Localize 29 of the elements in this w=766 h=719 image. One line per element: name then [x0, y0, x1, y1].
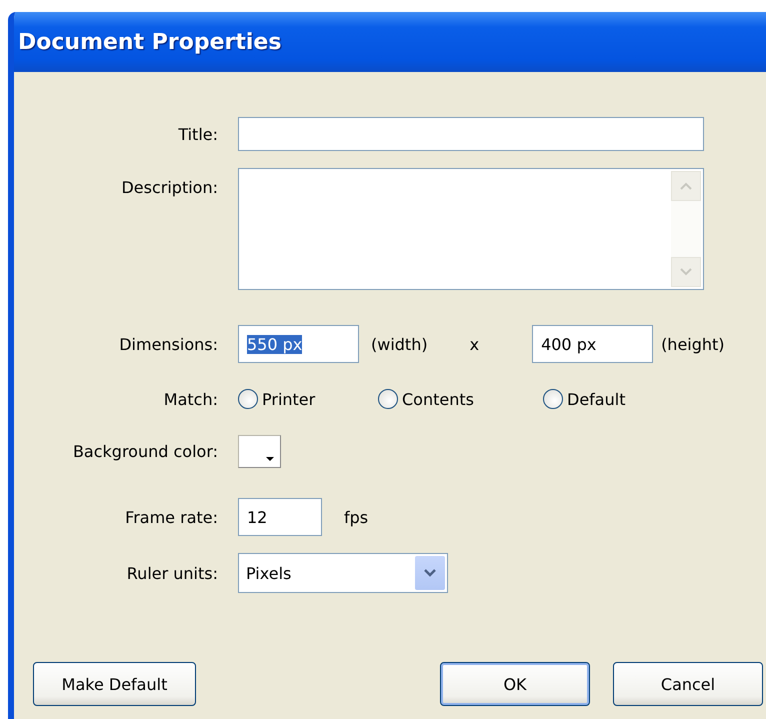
make-default-button[interactable]: Make Default: [33, 662, 196, 706]
color-swatch-button[interactable]: [238, 435, 281, 468]
radio-option[interactable]: Printer: [238, 389, 378, 409]
field-label: Dimensions:: [119, 334, 218, 354]
unit-label: (height): [661, 334, 725, 354]
field-label: Frame rate:: [125, 508, 218, 526]
radio-option[interactable]: Contents: [378, 389, 543, 409]
field-label: Title:: [178, 124, 218, 144]
height-input-field[interactable]: 400 px: [532, 325, 654, 363]
caret-icon[interactable]: [266, 457, 274, 461]
cancel-button[interactable]: Cancel: [613, 662, 763, 706]
width-input-field[interactable]: 550 px: [238, 325, 359, 363]
radio-circle-icon[interactable]: [238, 389, 258, 409]
field-label: Ruler units:: [126, 564, 218, 582]
unit-label: fps: [344, 508, 368, 526]
field-label: Description:: [121, 178, 218, 197]
ruler-units-dropdown[interactable]: Pixels: [238, 553, 448, 593]
window-title: Document Properties: [18, 30, 282, 54]
radio-option[interactable]: Default: [543, 389, 683, 409]
field-label: Background color:: [72, 442, 218, 461]
ok-button[interactable]: OK: [440, 662, 590, 706]
times-sign: x: [470, 334, 480, 354]
radio-circle-icon[interactable]: [378, 389, 398, 409]
unit-label: (width): [371, 334, 428, 354]
frame-rate-input-field[interactable]: 12: [238, 498, 322, 536]
description-text-area[interactable]: [238, 168, 704, 290]
radio-circle-icon[interactable]: [543, 389, 563, 409]
title-input-field[interactable]: [238, 117, 704, 151]
field-label: Match:: [164, 390, 218, 408]
